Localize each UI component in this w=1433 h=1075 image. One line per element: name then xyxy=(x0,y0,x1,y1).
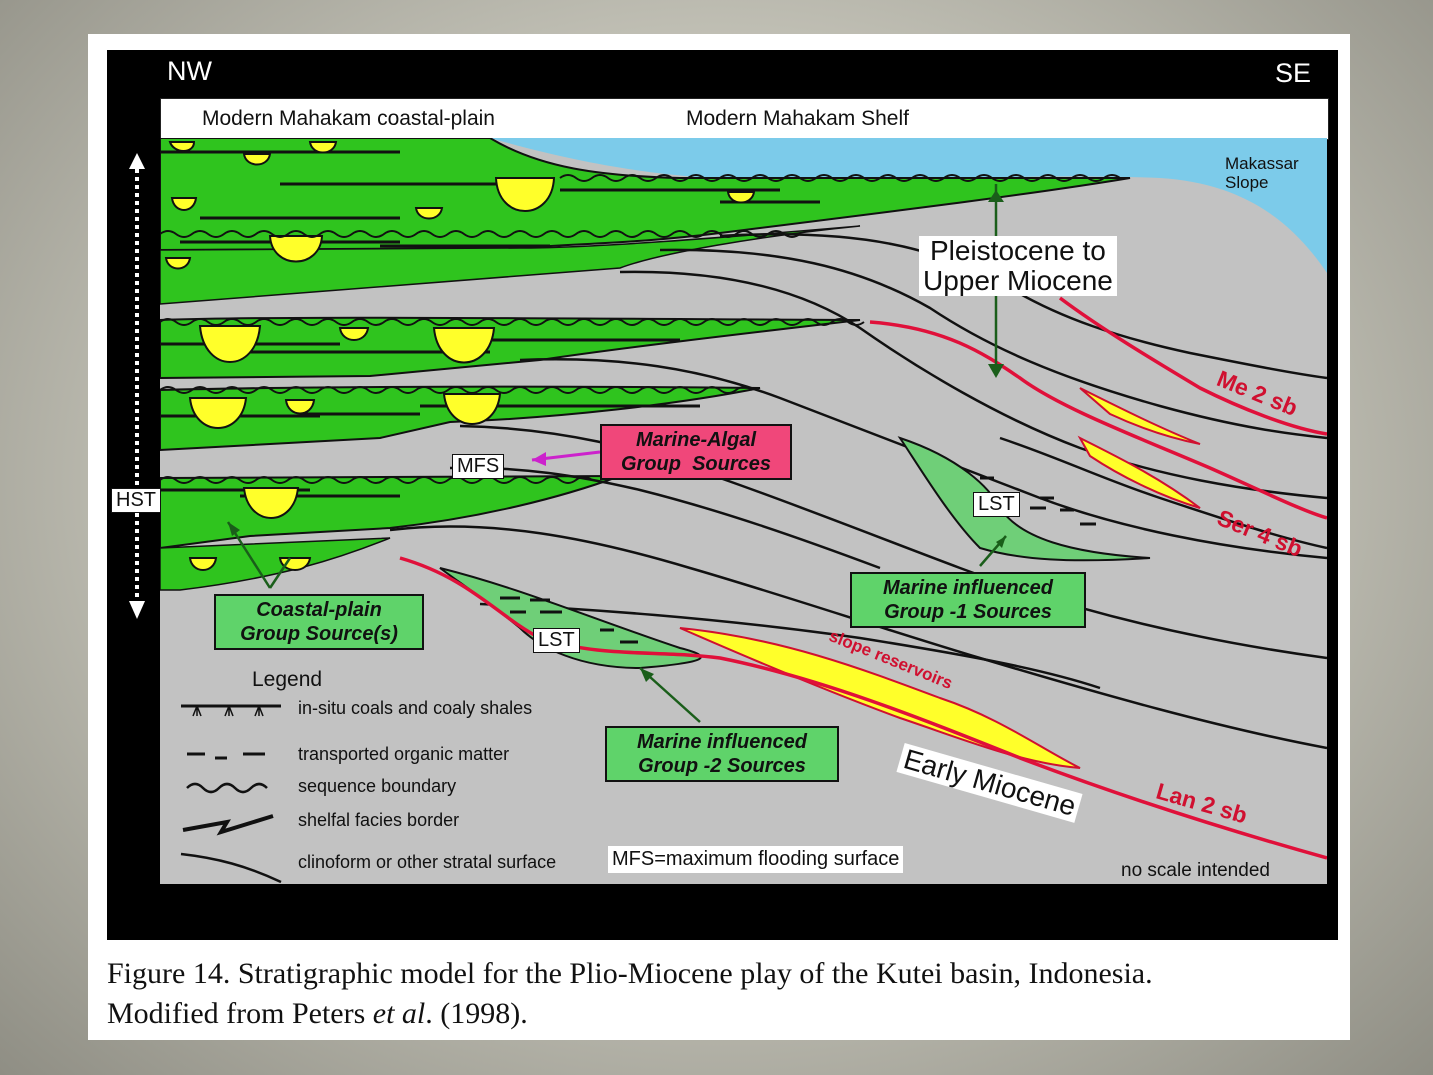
marine-algal-box: Marine-Algal Group Sources xyxy=(600,424,792,480)
legend-item-sequence: sequence boundary xyxy=(298,776,457,796)
coastal-plain-box: Coastal-plain Group Source(s) xyxy=(214,594,424,650)
caption-line-2: Modified from Peters et al. (1998). xyxy=(107,994,1337,1034)
mfs-label: MFS xyxy=(452,454,505,479)
pleistocene-label: Pleistocene to Upper Miocene xyxy=(919,236,1117,296)
legend-item-coal: in-situ coals and coaly shales xyxy=(298,698,533,718)
coal-legend-icon xyxy=(181,704,281,717)
legend-symbols xyxy=(180,704,282,884)
caption-line-1: Figure 14. Stratigraphic model for the P… xyxy=(107,957,1153,990)
hst-label: HST xyxy=(111,488,161,513)
caption-line-2-prefix: Modified from Peters xyxy=(107,997,373,1030)
se-label: SE xyxy=(1275,58,1312,88)
figure-frame: NW SE Modern Mahakam coastal-plain Moder… xyxy=(107,50,1338,940)
coastal-plain-header: Modern Mahakam coastal-plain xyxy=(202,107,495,130)
makassar-slope-label: Makassar Slope xyxy=(1225,154,1299,192)
legend-title: Legend xyxy=(252,668,323,691)
bolt-legend-icon xyxy=(182,814,274,836)
wave-legend-icon xyxy=(186,782,268,794)
header-band: Modern Mahakam coastal-plain Modern Maha… xyxy=(160,98,1329,140)
marine-group1-box: Marine influenced Group -1 Sources xyxy=(850,572,1086,628)
nw-label: NW xyxy=(167,56,212,86)
dash-legend-icon xyxy=(187,752,265,760)
mfs-definition: MFS=maximum flooding surface xyxy=(608,846,904,873)
caption-line-2-italic: et al xyxy=(372,997,426,1030)
hst-arrow xyxy=(129,153,145,619)
lst-lower-label: LST xyxy=(533,628,580,653)
slide: NW SE Modern Mahakam coastal-plain Moder… xyxy=(88,34,1350,1040)
legend-item-shelfal: shelfal facies border xyxy=(298,810,460,830)
caption-line-2-suffix: . (1998). xyxy=(425,997,528,1030)
no-scale-label: no scale intended xyxy=(1121,860,1270,881)
figure-caption: Figure 14. Stratigraphic model for the P… xyxy=(107,954,1337,1034)
clinoform-legend-icon xyxy=(180,852,282,884)
lst-upper-label: LST xyxy=(973,492,1020,517)
shelf-header: Modern Mahakam Shelf xyxy=(686,107,909,130)
marine-group2-box: Marine influenced Group -2 Sources xyxy=(605,726,839,782)
legend-item-clinoform: clinoform or other stratal surface xyxy=(298,852,557,872)
legend-item-organic: transported organic matter xyxy=(298,744,510,764)
